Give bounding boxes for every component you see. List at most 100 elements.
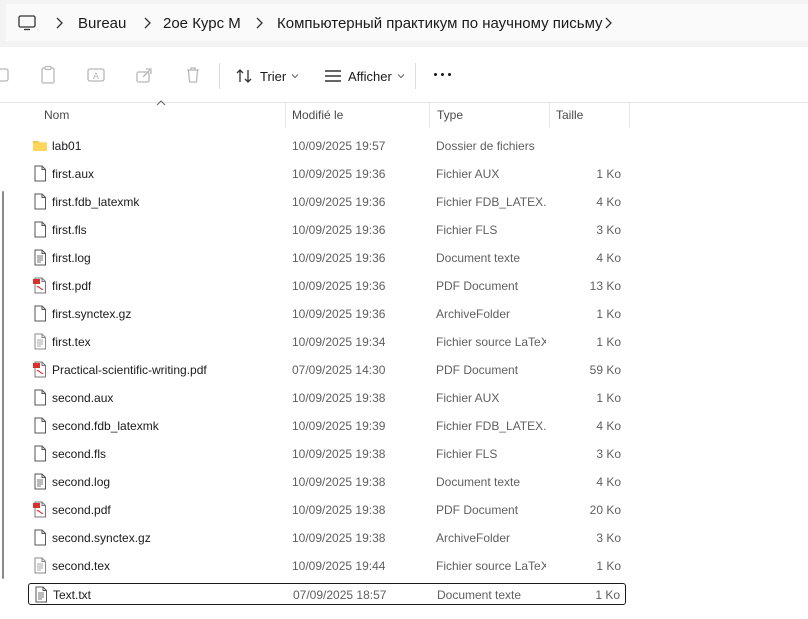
file-modified-date: 10/09/2025 19:44 (292, 559, 386, 573)
file-size: 59 Ko (589, 363, 621, 377)
file-type: PDF Document (436, 363, 519, 377)
file-icon (34, 417, 46, 434)
file-name: Practical-scientific-writing.pdf (52, 363, 207, 377)
file-type: Document texte (436, 475, 521, 489)
nav-scrollbar-thumb[interactable] (2, 191, 4, 579)
command-bar: A Trier Afficher (0, 47, 808, 103)
file-row[interactable]: second.log 10/09/2025 19:38 Document texte… (28, 471, 626, 493)
file-row[interactable]: second.aux 10/09/2025 19:38 Fichier AUX 1 K… (28, 387, 626, 409)
file-modified-date: 10/09/2025 19:38 (292, 531, 386, 545)
rename-icon[interactable]: A (86, 65, 106, 85)
file-type: Fichier source LaTeX (436, 335, 546, 349)
file-row[interactable]: first.fls 10/09/2025 19:36 Fichier FLS 3 Ko (28, 219, 626, 241)
file-row[interactable]: Text.txt 07/09/2025 18:57 Document texte 1 … (28, 583, 626, 605)
file-icon (34, 529, 46, 546)
file-size: 4 Ko (596, 195, 621, 209)
file-size: 1 Ko (595, 588, 620, 602)
file-modified-date: 10/09/2025 19:36 (292, 167, 386, 181)
file-icon (34, 389, 46, 406)
view-label: Afficher (348, 68, 392, 84)
chevron-right-icon[interactable] (142, 16, 152, 30)
breadcrumb-item-course[interactable]: 2oe Курс М (163, 15, 241, 32)
column-divider[interactable] (429, 103, 430, 128)
chevron-right-icon[interactable] (254, 16, 264, 30)
file-icon (34, 305, 46, 322)
chevron-right-icon[interactable] (603, 16, 613, 30)
this-pc-icon[interactable] (18, 15, 36, 31)
file-row[interactable]: first.tex 10/09/2025 19:34 Fichier source … (28, 331, 626, 353)
file-icon (34, 445, 46, 462)
file-row[interactable]: second.pdf 10/09/2025 19:38 PDF Document 20… (28, 499, 626, 521)
view-button[interactable]: Afficher (324, 66, 405, 86)
column-header-modified[interactable]: Modifié le (292, 108, 343, 122)
file-name: second.fls (52, 447, 107, 461)
file-type: ArchiveFolder (436, 307, 511, 321)
column-divider[interactable] (549, 103, 550, 128)
file-type: PDF Document (436, 279, 519, 293)
file-type: ArchiveFolder (436, 531, 511, 545)
column-header-size[interactable]: Taille (556, 108, 583, 122)
more-options-icon[interactable] (434, 73, 451, 76)
file-size: 4 Ko (596, 475, 621, 489)
column-header-name[interactable]: Nom (44, 108, 69, 122)
toolbar-divider (415, 63, 416, 89)
file-type: PDF Document (436, 503, 519, 517)
file-row[interactable]: lab01 10/09/2025 19:57 Dossier de fichiers (28, 135, 626, 157)
breadcrumb[interactable]: Bureau 2oe Курс М Компьютерный практикум… (6, 4, 808, 41)
file-size: 3 Ko (596, 447, 621, 461)
file-name: lab01 (52, 139, 82, 153)
file-row[interactable]: first.synctex.gz 10/09/2025 19:36 ArchiveF… (28, 303, 626, 325)
file-row[interactable]: second.fdb_latexmk 10/09/2025 19:39 Fichie… (28, 415, 626, 437)
file-row[interactable]: first.log 10/09/2025 19:36 Document texte 4… (28, 247, 626, 269)
file-size: 13 Ko (589, 279, 621, 293)
file-row[interactable]: Practical-scientific-writing.pdf 07/09/20… (28, 359, 626, 381)
file-name: second.log (52, 475, 111, 489)
column-divider[interactable] (285, 103, 286, 128)
share-icon[interactable] (134, 65, 154, 85)
sort-button[interactable]: Trier (236, 66, 299, 86)
file-type: Fichier FLS (436, 223, 498, 237)
file-row[interactable]: second.fls 10/09/2025 19:38 Fichier FLS 3 K… (28, 443, 626, 465)
folder-icon (33, 141, 47, 151)
file-type: Fichier FDB_LATEX... (436, 419, 546, 433)
file-name: first.aux (52, 167, 95, 181)
file-size: 1 Ko (596, 307, 621, 321)
file-size: 1 Ko (596, 559, 621, 573)
file-modified-date: 10/09/2025 19:38 (292, 391, 386, 405)
chevron-down-icon (291, 74, 299, 79)
file-modified-date: 10/09/2025 19:36 (292, 251, 386, 265)
file-size: 3 Ko (596, 223, 621, 237)
file-row[interactable]: second.tex 10/09/2025 19:44 Fichier source… (28, 555, 626, 577)
file-size: 20 Ko (589, 503, 621, 517)
file-name: second.aux (52, 391, 114, 405)
file-modified-date: 10/09/2025 19:36 (292, 307, 386, 321)
file-row[interactable]: first.fdb_latexmk 10/09/2025 19:36 Fichier… (28, 191, 626, 213)
pdf-icon (33, 277, 46, 294)
file-type: Fichier source LaTeX (436, 559, 546, 573)
column-header-type[interactable]: Type (437, 108, 463, 122)
file-size: 3 Ko (596, 531, 621, 545)
file-icon (34, 165, 46, 182)
file-type: Document texte (437, 588, 522, 602)
column-divider[interactable] (629, 103, 630, 128)
pdf-icon (33, 361, 46, 378)
file-icon (34, 221, 46, 238)
file-modified-date: 10/09/2025 19:38 (292, 475, 386, 489)
file-row[interactable]: second.synctex.gz 10/09/2025 19:38 Archive… (28, 527, 626, 549)
chevron-right-icon[interactable] (54, 16, 64, 30)
file-name: second.pdf (52, 503, 111, 517)
file-row[interactable]: first.aux 10/09/2025 19:36 Fichier AUX 1 Ko (28, 163, 626, 185)
file-name: second.fdb_latexmk (52, 419, 159, 433)
delete-icon[interactable] (183, 65, 203, 85)
paste-icon[interactable] (38, 65, 58, 85)
breadcrumb-item-current-folder[interactable]: Компьютерный практикум по научному письм… (277, 15, 603, 32)
tex-file-icon (34, 333, 46, 350)
breadcrumb-item-bureau[interactable]: Bureau (78, 15, 126, 32)
chevron-down-icon (397, 74, 405, 79)
cut-icon[interactable] (0, 65, 12, 85)
sort-label: Trier (260, 68, 287, 84)
file-row[interactable]: first.pdf 10/09/2025 19:36 PDF Document 13 … (28, 275, 626, 297)
file-size: 1 Ko (596, 335, 621, 349)
file-size: 4 Ko (596, 251, 621, 265)
file-type: Dossier de fichiers (436, 139, 535, 153)
